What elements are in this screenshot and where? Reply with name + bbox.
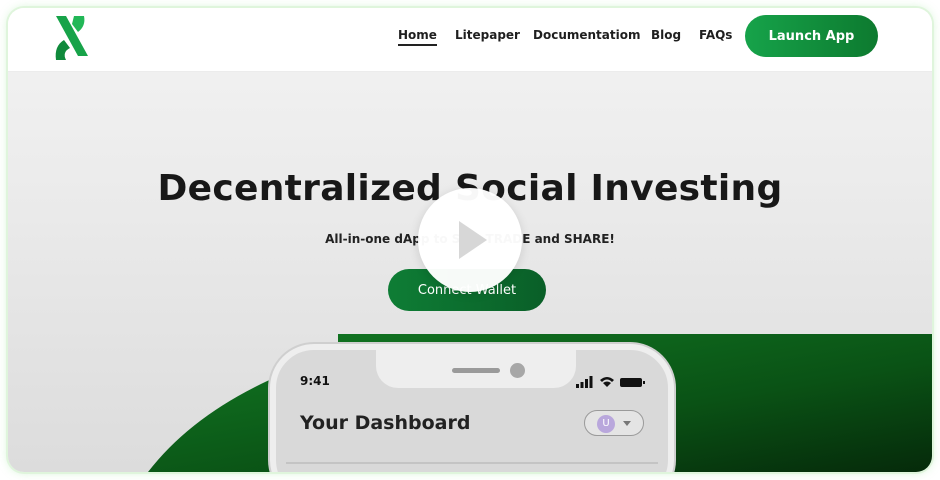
camera-icon — [510, 363, 525, 378]
phone-mockup: 9:41 Your Dashboard U — [270, 344, 674, 472]
speaker-icon — [452, 368, 500, 373]
nav-link-blog[interactable]: Blog — [651, 28, 681, 42]
chevron-down-icon — [623, 421, 631, 426]
phone-notch — [376, 348, 576, 388]
aleph-logo-icon[interactable] — [50, 14, 94, 62]
signal-icon — [576, 376, 593, 388]
launch-app-button[interactable]: Launch App — [745, 15, 878, 57]
play-icon — [459, 221, 487, 259]
video-play-button[interactable] — [418, 188, 522, 292]
dashboard-title: Your Dashboard — [300, 412, 471, 434]
top-navbar: Home Litepaper Documentatiom Blog FAQs L… — [8, 8, 932, 72]
nav-link-home[interactable]: Home — [398, 28, 437, 46]
nav-link-litepaper[interactable]: Litepaper — [455, 28, 520, 42]
wifi-icon — [600, 377, 614, 387]
video-thumbnail-frame[interactable]: Home Litepaper Documentatiom Blog FAQs L… — [8, 8, 932, 472]
status-icons — [576, 376, 645, 388]
status-time: 9:41 — [300, 374, 330, 388]
phone-divider — [286, 462, 658, 464]
nav-link-documentation[interactable]: Documentatiom — [533, 28, 640, 42]
user-menu-button[interactable]: U — [584, 410, 644, 436]
battery-icon — [620, 378, 645, 387]
avatar: U — [597, 415, 615, 433]
nav-link-faqs[interactable]: FAQs — [699, 28, 732, 42]
